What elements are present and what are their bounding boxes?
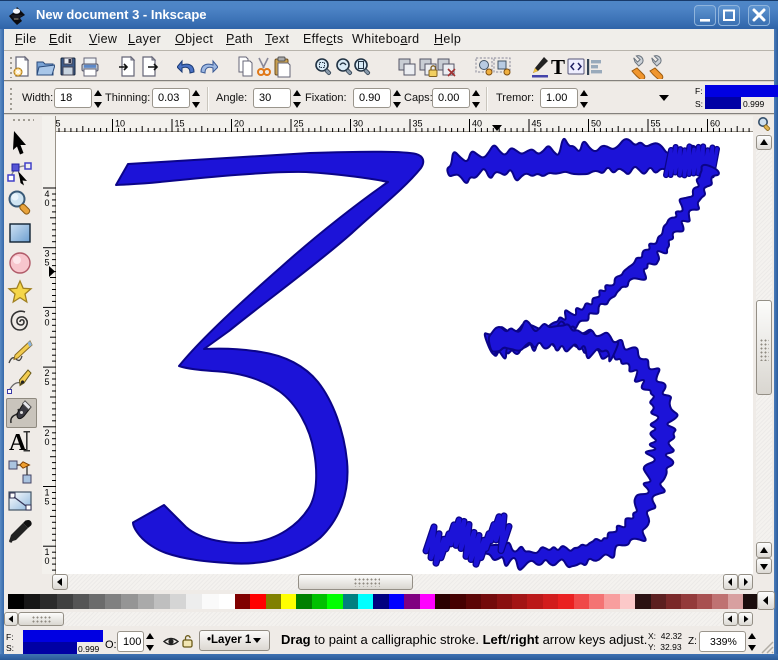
svg-text:0: 0 <box>45 317 50 327</box>
svg-text:0: 0 <box>45 437 50 447</box>
svg-text:20: 20 <box>234 119 244 129</box>
svg-text:30: 30 <box>353 119 363 129</box>
svg-text:60: 60 <box>710 119 720 129</box>
svg-text:A: A <box>9 430 27 456</box>
svg-text:40: 40 <box>472 119 482 129</box>
svg-text:25: 25 <box>294 119 304 129</box>
svg-text:45: 45 <box>532 119 542 129</box>
svg-text:35: 35 <box>413 119 423 129</box>
svg-text:5: 5 <box>56 119 61 129</box>
svg-text:0: 0 <box>45 198 50 208</box>
svg-text:0: 0 <box>45 556 50 566</box>
svg-text:5: 5 <box>45 258 50 268</box>
svg-text:55: 55 <box>651 119 661 129</box>
svg-text:15: 15 <box>175 119 185 129</box>
svg-text:5: 5 <box>45 497 50 507</box>
svg-text:5: 5 <box>45 377 50 387</box>
svg-text:T: T <box>551 55 565 79</box>
svg-text:50: 50 <box>591 119 601 129</box>
svg-text:10: 10 <box>115 119 125 129</box>
